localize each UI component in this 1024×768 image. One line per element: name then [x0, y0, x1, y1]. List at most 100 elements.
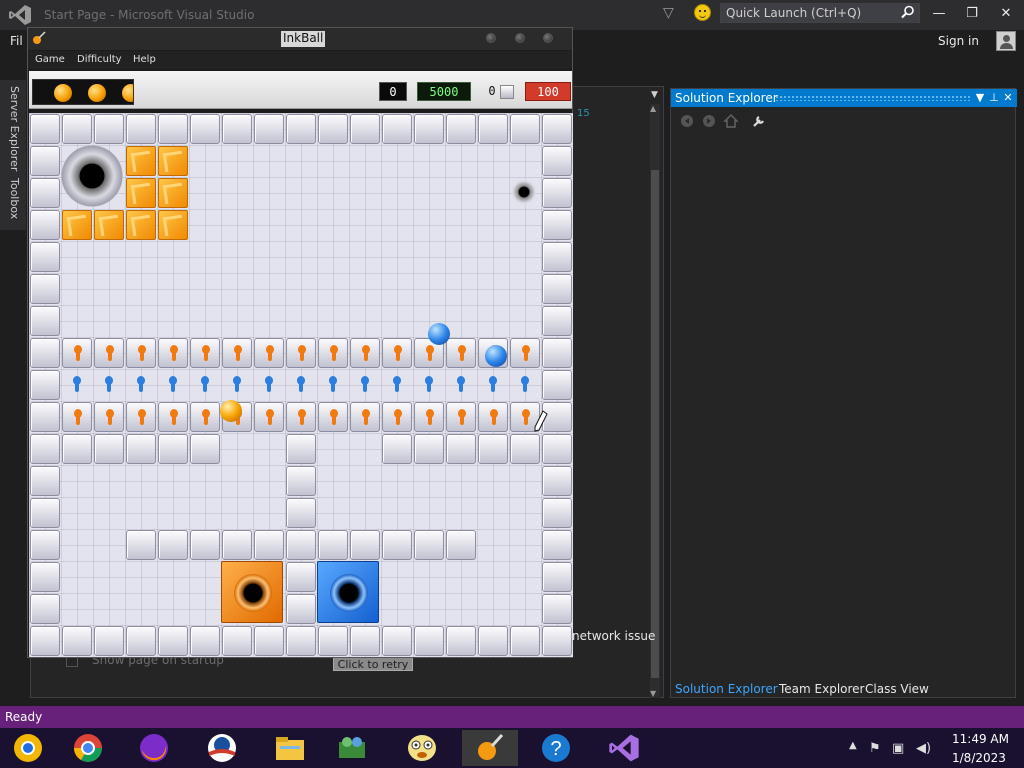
wall-block: [542, 178, 572, 208]
wall-block: [318, 114, 348, 144]
orange-key-icon: [522, 345, 530, 361]
wall-block: [414, 434, 444, 464]
wall-block: [542, 498, 572, 528]
wall-block: [414, 114, 444, 144]
wall-block: [222, 626, 252, 656]
taskbar-firefox[interactable]: [126, 730, 182, 766]
wall-block: [382, 114, 412, 144]
orange-ball-icon: [88, 84, 106, 102]
sign-in-link[interactable]: Sign in: [938, 34, 979, 48]
taskbar-inkball[interactable]: [462, 730, 518, 766]
chevron-down-icon[interactable]: ▼: [973, 90, 987, 106]
solution-explorer-header: Solution Explorer ▼ ⊥ ✕: [671, 89, 1017, 107]
menu-help[interactable]: Help: [133, 54, 156, 65]
menu-difficulty[interactable]: Difficulty: [77, 54, 122, 65]
close-button[interactable]: ✕: [995, 5, 1017, 23]
blue-key-icon: [233, 376, 241, 392]
taskbar-chrome[interactable]: [60, 730, 116, 766]
visual-studio-logo-icon: [9, 5, 31, 25]
panel-grip[interactable]: [775, 95, 971, 101]
retry-button[interactable]: Click to retry: [333, 657, 413, 671]
pin-icon[interactable]: ⊥: [987, 90, 1001, 106]
block-count: 0: [488, 84, 496, 98]
wall-block: [510, 434, 540, 464]
wall-block: [542, 594, 572, 624]
solution-explorer-title: Solution Explorer: [675, 91, 778, 105]
taskbar-help[interactable]: ?: [528, 730, 584, 766]
wall-block: [222, 530, 252, 560]
orange-block: [126, 146, 156, 176]
server-explorer-tab[interactable]: Server Explorer: [8, 86, 21, 171]
tray-network-icon[interactable]: ▣: [892, 741, 904, 756]
wall-block: [542, 562, 572, 592]
tray-date[interactable]: 1/8/2023: [952, 751, 1006, 765]
blue-gate: [318, 370, 348, 400]
toolbox-tab[interactable]: Toolbox: [8, 178, 21, 219]
orange-gate: [222, 338, 252, 368]
tray-time[interactable]: 11:49 AM: [952, 732, 1009, 746]
orange-key-icon: [426, 345, 434, 361]
wall-block: [542, 466, 572, 496]
blue-gate: [414, 370, 444, 400]
blue-key-icon: [457, 376, 465, 392]
orange-block: [94, 210, 124, 240]
tab-class-view[interactable]: Class View: [865, 682, 929, 696]
feedback-smiley-icon[interactable]: [694, 4, 711, 21]
back-icon[interactable]: [679, 113, 695, 129]
firefox-icon: [140, 734, 168, 762]
orange-key-icon: [266, 409, 274, 425]
restore-button[interactable]: ❐: [961, 5, 983, 23]
tray-chevron-up-icon[interactable]: ▲: [849, 740, 857, 751]
user-avatar-icon[interactable]: [996, 31, 1016, 51]
taskbar-troll-face[interactable]: [394, 730, 450, 766]
orange-gate: [190, 402, 220, 432]
tab-solution-explorer[interactable]: Solution Explorer: [675, 682, 778, 696]
wall-block: [30, 370, 60, 400]
notification-filter-icon[interactable]: ▽: [663, 5, 674, 21]
wall-block: [286, 434, 316, 464]
search-icon[interactable]: [901, 5, 915, 19]
tray-volume-icon[interactable]: ◀): [916, 741, 931, 756]
blue-key-icon: [393, 376, 401, 392]
forward-icon[interactable]: [701, 113, 717, 129]
menu-game[interactable]: Game: [35, 54, 65, 65]
taskbar-network-people[interactable]: [324, 730, 380, 766]
taskbar-chrome-canary[interactable]: [0, 730, 56, 766]
close-icon[interactable]: ✕: [1001, 90, 1015, 106]
inkball-title: InkBall: [281, 31, 326, 47]
wall-block: [94, 434, 124, 464]
solution-explorer-panel: Solution Explorer ▼ ⊥ ✕ Solution Explore…: [670, 88, 1017, 698]
taskbar-file-explorer[interactable]: [262, 730, 318, 766]
wall-block: [30, 242, 60, 272]
wall-block: [542, 146, 572, 176]
tray-flag-icon[interactable]: ⚑: [869, 741, 881, 756]
scroll-thumb[interactable]: [651, 170, 659, 678]
blue-goal-hole: [317, 561, 379, 623]
inkball-minimize-button[interactable]: [486, 33, 496, 43]
wall-block: [542, 434, 572, 464]
timer-display: 100: [525, 82, 571, 101]
inkball-maximize-button[interactable]: [515, 33, 525, 43]
chevron-down-icon[interactable]: ▼: [651, 90, 658, 100]
orange-gate: [350, 402, 380, 432]
blue-key-icon: [265, 376, 273, 392]
tab-team-explorer[interactable]: Team Explorer: [779, 682, 865, 696]
wrench-icon[interactable]: [751, 113, 767, 129]
quick-launch-input[interactable]: Quick Launch (Ctrl+Q): [720, 3, 920, 23]
wall-block: [30, 402, 60, 432]
orange-goal-hole: [221, 561, 283, 623]
line-number: 15: [577, 108, 590, 119]
wall-block: [542, 210, 572, 240]
scroll-down-icon[interactable]: ▼: [650, 689, 656, 698]
menu-file[interactable]: Fil: [10, 34, 23, 48]
orange-ball-icon: [54, 84, 72, 102]
editor-scrollbar[interactable]: ▲ ▼: [650, 104, 660, 698]
taskbar-obama-logo[interactable]: [194, 730, 250, 766]
scroll-up-icon[interactable]: ▲: [650, 104, 656, 113]
orange-gate: [62, 338, 92, 368]
minimize-button[interactable]: —: [928, 5, 950, 23]
game-board[interactable]: [29, 113, 573, 657]
taskbar-visual-studio[interactable]: [596, 730, 652, 766]
home-icon[interactable]: [723, 113, 739, 129]
inkball-close-button[interactable]: [543, 33, 553, 43]
